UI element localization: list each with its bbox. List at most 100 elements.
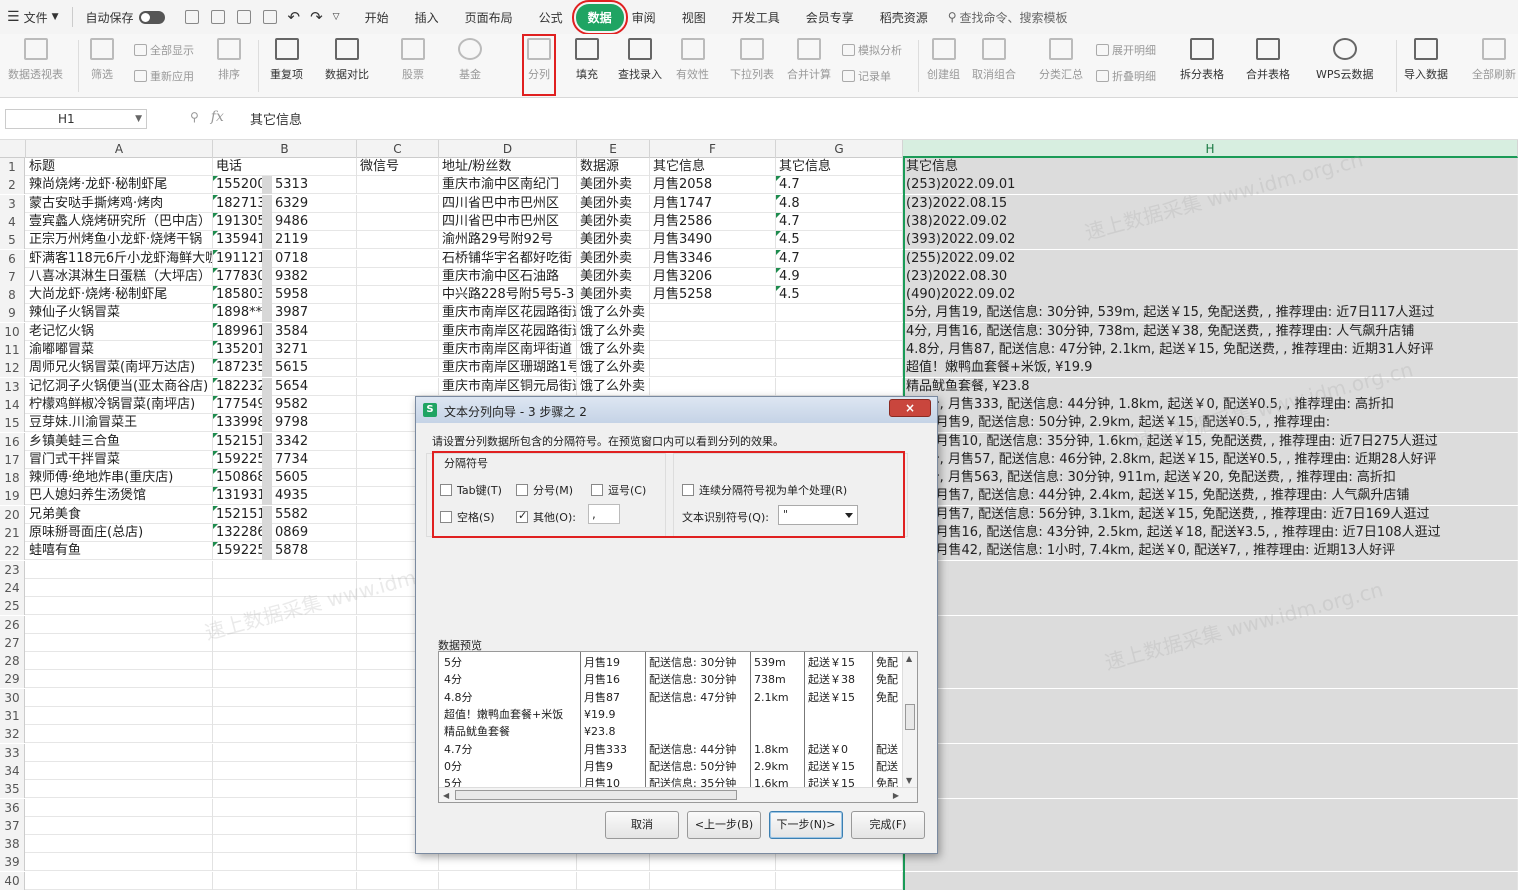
scroll-up-icon[interactable]: ▲ xyxy=(906,654,912,663)
cell[interactable]: 四川省巴中市巴州区 xyxy=(439,212,577,231)
cell[interactable]: 美团外卖 xyxy=(577,212,650,231)
cell[interactable]: 4.6分, 月售57, 配送信息: 46分钟, 2.8km, 起送￥15, 配送… xyxy=(903,450,1518,469)
cell[interactable]: 其它信息 xyxy=(776,158,903,176)
cell[interactable]: 月售1747 xyxy=(650,194,776,213)
row-number[interactable]: 38 xyxy=(0,835,25,854)
cell[interactable]: 饿了么外卖 xyxy=(577,359,650,378)
row-number[interactable]: 30 xyxy=(0,688,25,707)
row-number[interactable]: 29 xyxy=(0,670,25,689)
comma-checkbox[interactable]: 逗号(C) xyxy=(591,482,646,498)
cell[interactable]: 0分, 月售9, 配送信息: 50分钟, 2.9km, 起送￥15, 配送¥0.… xyxy=(903,414,1518,433)
cell[interactable] xyxy=(903,578,1518,597)
reapply-button[interactable]: 重新应用 xyxy=(134,68,194,84)
cell[interactable] xyxy=(776,853,903,872)
row-number[interactable]: 14 xyxy=(0,395,25,414)
cell[interactable] xyxy=(650,322,776,341)
row-number[interactable]: 23 xyxy=(0,560,25,579)
tab-insert[interactable]: 插入 xyxy=(402,0,452,34)
cell[interactable] xyxy=(776,377,903,396)
cell[interactable] xyxy=(903,743,1518,762)
record-form-button[interactable]: 记录单 xyxy=(842,68,891,84)
cell[interactable]: 月售2058 xyxy=(650,176,776,195)
row-number[interactable]: 19 xyxy=(0,487,25,506)
merge-table-button[interactable]: 合并表格 xyxy=(1246,38,1290,82)
cell[interactable]: 四川省巴中市巴州区 xyxy=(439,194,577,213)
validity-button[interactable]: 有效性 xyxy=(676,38,709,82)
cell[interactable]: 饿了么外卖 xyxy=(577,304,650,323)
cell[interactable]: 5分, 月售19, 配送信息: 30分钟, 539m, 起送￥15, 免配送费,… xyxy=(903,304,1518,323)
cell[interactable]: 5分, 月售10, 配送信息: 35分钟, 1.6km, 起送￥15, 免配送费… xyxy=(903,432,1518,451)
row-number[interactable]: 33 xyxy=(0,743,25,762)
data-preview[interactable]: 5分 月售19 配送信息: 30分钟 539m 起送￥15 免配 4分 月售16 配送信息: 3… xyxy=(438,651,918,803)
cell[interactable] xyxy=(903,816,1518,835)
row-number[interactable]: 2 xyxy=(0,176,25,195)
name-box[interactable]: H1 ▼ xyxy=(5,109,147,129)
cell[interactable] xyxy=(26,615,213,634)
cell[interactable] xyxy=(26,707,213,725)
cell[interactable]: 5分, 月售16, 配送信息: 43分钟, 2.5km, 起送￥18, 配送¥3… xyxy=(903,524,1518,542)
import-data-button[interactable]: 导入数据 xyxy=(1404,38,1448,82)
cell[interactable] xyxy=(650,359,776,378)
row-number[interactable]: 9 xyxy=(0,304,25,323)
filter-button[interactable]: 筛选 xyxy=(90,38,114,82)
cell[interactable]: 5分, 月售7, 配送信息: 44分钟, 2.4km, 起送￥15, 免配送费,… xyxy=(903,487,1518,506)
cell[interactable]: 虾满客118元6斤小龙虾海鲜大咖 xyxy=(26,249,213,268)
toggle-switch-icon[interactable] xyxy=(138,10,165,24)
cell[interactable] xyxy=(357,359,439,378)
row-number[interactable]: 17 xyxy=(0,450,25,469)
cell[interactable] xyxy=(26,670,213,689)
cell[interactable] xyxy=(903,871,1518,890)
row-number[interactable]: 11 xyxy=(0,341,25,359)
cell[interactable] xyxy=(26,853,213,872)
space-checkbox[interactable]: 空格(S) xyxy=(440,509,495,525)
cell[interactable] xyxy=(26,688,213,707)
chevron-down-icon[interactable]: ▼ xyxy=(135,110,142,128)
cell[interactable]: 美团外卖 xyxy=(577,176,650,195)
row-number[interactable]: 3 xyxy=(0,194,25,213)
preview-icon[interactable] xyxy=(262,10,277,24)
cell[interactable]: 重庆市南岸区南坪街道 xyxy=(439,341,577,359)
cell[interactable] xyxy=(213,652,357,671)
scrollbar-thumb[interactable] xyxy=(455,790,737,800)
cell[interactable]: 原味掰哥面庄(总店) xyxy=(26,524,213,542)
row-number[interactable]: 13 xyxy=(0,377,25,396)
row-number[interactable]: 10 xyxy=(0,322,25,341)
dialog-title-bar[interactable]: S 文本分列向导 - 3 步骤之 2 × xyxy=(416,397,937,423)
cell[interactable] xyxy=(439,853,577,872)
cell[interactable] xyxy=(903,688,1518,707)
cell[interactable] xyxy=(26,780,213,799)
pivot-table-button[interactable]: 数据透视表 xyxy=(8,38,63,82)
cell[interactable] xyxy=(213,853,357,872)
other-delimiter-input[interactable]: , xyxy=(588,504,620,524)
redo-icon[interactable]: ↷ xyxy=(310,8,323,26)
row-number[interactable]: 4 xyxy=(0,212,25,231)
cell[interactable]: 石桥铺华宇名都好吃街 xyxy=(439,249,577,268)
cell[interactable]: 其它信息 xyxy=(650,158,776,176)
cell[interactable]: 精品鱿鱼套餐, ¥23.8 xyxy=(903,377,1518,396)
cell[interactable]: (255)2022.09.02 xyxy=(903,249,1518,268)
cell[interactable] xyxy=(903,670,1518,689)
tab-developer[interactable]: 开发工具 xyxy=(719,0,793,34)
sort-button[interactable]: 排序 xyxy=(217,38,241,82)
row-number[interactable]: 5 xyxy=(0,231,25,250)
cell[interactable]: 4.7 xyxy=(776,176,903,195)
cell[interactable] xyxy=(213,761,357,780)
row-number[interactable]: 26 xyxy=(0,615,25,634)
row-number[interactable]: 21 xyxy=(0,524,25,542)
export-icon[interactable] xyxy=(210,10,225,24)
cell[interactable] xyxy=(776,304,903,323)
autosave-toggle[interactable]: 自动保存 xyxy=(79,0,172,34)
cell[interactable] xyxy=(213,707,357,725)
cell[interactable] xyxy=(357,377,439,396)
cell[interactable] xyxy=(26,743,213,762)
cell[interactable]: 月售2586 xyxy=(650,212,776,231)
cell[interactable]: 正宗万州烤鱼小龙虾·烧烤干锅 xyxy=(26,231,213,250)
row-number[interactable]: 25 xyxy=(0,597,25,616)
tab-data[interactable]: 数据 xyxy=(571,0,628,35)
cell[interactable] xyxy=(903,597,1518,616)
cell[interactable] xyxy=(357,249,439,268)
scroll-right-icon[interactable]: ▶ xyxy=(893,791,899,800)
subtotal-button[interactable]: 分类汇总 xyxy=(1039,38,1083,82)
cell[interactable]: (490)2022.09.02 xyxy=(903,286,1518,305)
cell[interactable]: 4.8 xyxy=(776,194,903,213)
